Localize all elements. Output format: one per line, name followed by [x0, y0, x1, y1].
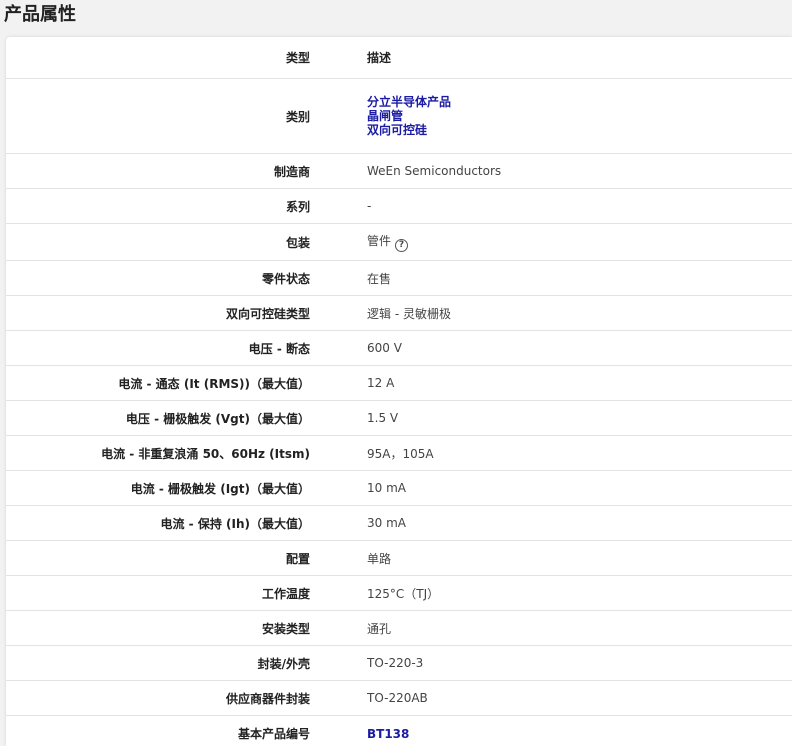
row-value: WeEn Semiconductors [367, 164, 502, 178]
table-row: 零件状态 在售 [6, 261, 792, 296]
row-key: 电压 - 栅极触发 (Vgt)（最大值） [125, 411, 310, 426]
page-title: 产品属性 [4, 4, 76, 25]
table-row: 包装 管件? [6, 224, 792, 261]
row-value: 95A，105A [367, 446, 434, 461]
category-links: 分立半导体产品 晶闸管 双向可控硅 [367, 95, 451, 137]
row-key: 电流 - 栅极触发 (Igt)（最大值） [130, 481, 310, 496]
row-key: 零件状态 [261, 271, 310, 286]
row-value: 单路 [367, 551, 392, 566]
table-row: 安装类型 通孔 [6, 611, 792, 646]
table-row: 制造商 WeEn Semiconductors [6, 154, 792, 189]
table-row: 系列 - [6, 189, 792, 224]
row-key: 安装类型 [261, 621, 310, 636]
row-key: 电流 - 非重复浪涌 50、60Hz (Itsm) [101, 446, 310, 461]
row-value-wrap: 管件? [367, 232, 409, 252]
base-part-key: 基本产品编号 [237, 727, 310, 741]
table-row: 工作温度 125°C（TJ） [6, 576, 792, 611]
row-key: 制造商 [273, 164, 310, 179]
table-row: 配置 单路 [6, 541, 792, 576]
table-row: 电流 - 保持 (Ih)（最大值） 30 mA [6, 506, 792, 541]
row-key: 配置 [285, 551, 310, 566]
row-key: 系列 [285, 199, 310, 214]
header-key: 类型 [285, 51, 310, 65]
row-key: 封装/外壳 [257, 656, 310, 671]
attributes-table: 类型 描述 类别 分立半导体产品 晶闸管 双向可控硅 制造商 WeEn Semic… [6, 37, 792, 746]
row-value: 12 A [367, 376, 395, 390]
table-row: 电压 - 栅极触发 (Vgt)（最大值） 1.5 V [6, 401, 792, 436]
base-part-value-wrap: BT138 [367, 727, 409, 741]
table-row: 电流 - 非重复浪涌 50、60Hz (Itsm) 95A，105A [6, 436, 792, 471]
table-row: 电压 - 断态 600 V [6, 331, 792, 366]
row-value: TO-220AB [367, 691, 428, 705]
category-label: 类别 [285, 109, 310, 124]
category-row: 类别 分立半导体产品 晶闸管 双向可控硅 [6, 79, 792, 154]
row-key: 电流 - 保持 (Ih)（最大值） [160, 516, 311, 531]
category-link-discrete[interactable]: 分立半导体产品 [367, 95, 451, 109]
row-value: 管件 [367, 234, 392, 248]
table-header-row: 类型 描述 [6, 37, 792, 79]
header-value: 描述 [367, 51, 392, 65]
table-row: 封装/外壳 TO-220-3 [6, 646, 792, 681]
row-value: 通孔 [367, 621, 392, 636]
row-key: 包装 [285, 235, 310, 250]
row-value: 1.5 V [367, 411, 399, 425]
row-key: 供应商器件封装 [225, 691, 310, 706]
row-value: 600 V [367, 341, 402, 355]
table-row: 电流 - 通态 (It (RMS))（最大值） 12 A [6, 366, 792, 401]
help-icon[interactable]: ? [395, 239, 409, 252]
row-value: 125°C（TJ） [367, 586, 440, 601]
row-value: TO-220-3 [367, 656, 424, 670]
row-value: 10 mA [367, 481, 406, 495]
row-key: 工作温度 [261, 586, 310, 601]
table-row: 电流 - 栅极触发 (Igt)（最大值） 10 mA [6, 471, 792, 506]
row-key: 电流 - 通态 (It (RMS))（最大值） [118, 376, 310, 391]
base-part-row: 基本产品编号 BT138 [6, 716, 792, 746]
row-key: 双向可控硅类型 [225, 306, 310, 321]
row-value: 在售 [367, 271, 392, 286]
base-part-link[interactable]: BT138 [367, 727, 409, 741]
row-key: 电压 - 断态 [248, 341, 310, 356]
table-row: 双向可控硅类型 逻辑 - 灵敏栅极 [6, 296, 792, 331]
table-row: 供应商器件封装 TO-220AB [6, 681, 792, 716]
row-value: 30 mA [367, 516, 406, 530]
row-value: 逻辑 - 灵敏栅极 [367, 306, 451, 321]
row-value: - [367, 199, 372, 213]
category-link-triac[interactable]: 双向可控硅 [367, 123, 451, 137]
category-link-thyristor[interactable]: 晶闸管 [367, 109, 451, 123]
